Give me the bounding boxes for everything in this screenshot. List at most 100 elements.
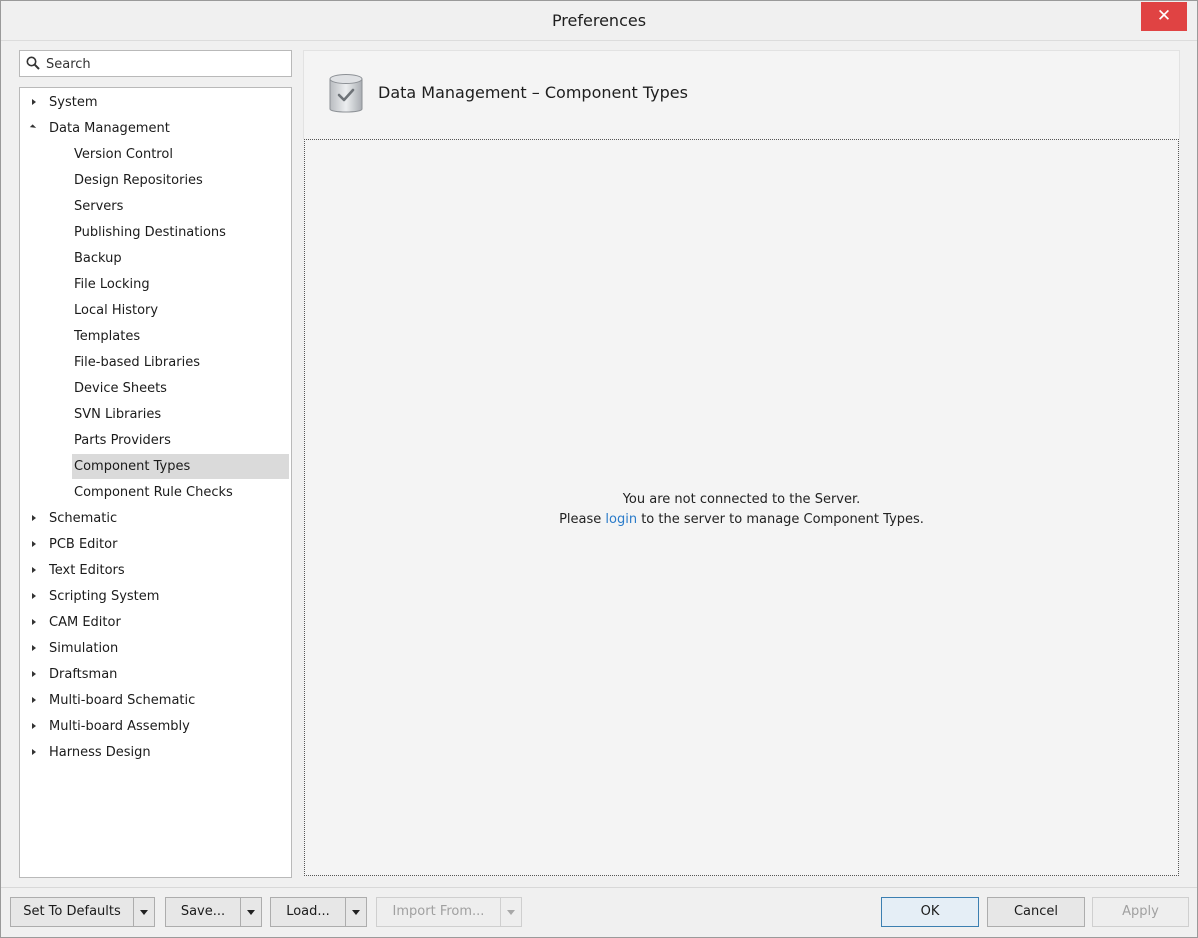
save-dropdown[interactable] <box>240 898 261 926</box>
tree-item-label: Draftsman <box>49 667 118 682</box>
triangle-right-icon <box>32 593 36 599</box>
triangle-right-icon <box>32 749 36 755</box>
tree-item-label: SVN Libraries <box>74 407 162 422</box>
tree-item-multi-board-assembly[interactable]: Multi-board Assembly <box>20 714 290 739</box>
tree-item-system[interactable]: System <box>20 90 290 115</box>
tree-item-backup[interactable]: Backup <box>72 246 289 271</box>
tree-item-label: Scripting System <box>49 589 160 604</box>
tree-item-label: Publishing Destinations <box>74 225 226 240</box>
tree-item-component-types[interactable]: Component Types <box>72 454 289 479</box>
tree-item-templates[interactable]: Templates <box>72 324 289 349</box>
tree-item-label: Templates <box>74 329 141 344</box>
tree-item-data-management[interactable]: Data Management <box>20 116 290 141</box>
expand-down-icon[interactable] <box>29 116 40 141</box>
tree-item-local-history[interactable]: Local History <box>72 298 289 323</box>
tree-item-label: Harness Design <box>49 745 151 760</box>
tree-item-label: Multi-board Schematic <box>49 693 196 708</box>
chevron-down-icon <box>507 910 515 915</box>
expand-right-icon[interactable] <box>30 610 40 635</box>
tree-item-draftsman[interactable]: Draftsman <box>20 662 290 687</box>
tree-item-file-based-libraries[interactable]: File-based Libraries <box>72 350 289 375</box>
tree-item-label: Device Sheets <box>74 381 167 396</box>
tree-item-label: Data Management <box>49 121 170 136</box>
tree-item-scripting-system[interactable]: Scripting System <box>20 584 290 609</box>
tree-item-parts-providers[interactable]: Parts Providers <box>72 428 289 453</box>
tree-item-simulation[interactable]: Simulation <box>20 636 290 661</box>
tree-item-label: File Locking <box>74 277 150 292</box>
tree-item-label: CAM Editor <box>49 615 121 630</box>
save-button[interactable]: Save... <box>166 898 240 926</box>
tree-item-label: Servers <box>74 199 124 214</box>
message-line-1: You are not connected to the Server. <box>622 492 861 507</box>
preferences-tree[interactable]: System Data Management Version Control Desi… <box>19 87 292 878</box>
tree-item-design-repositories[interactable]: Design Repositories <box>72 168 289 193</box>
triangle-right-icon <box>32 723 36 729</box>
cancel-button[interactable]: Cancel <box>987 897 1085 927</box>
expand-right-icon[interactable] <box>30 532 40 557</box>
tree-item-svn-libraries[interactable]: SVN Libraries <box>72 402 289 427</box>
chevron-down-icon <box>352 910 360 915</box>
search-icon <box>26 56 40 70</box>
triangle-right-icon <box>32 671 36 677</box>
import-from-split-button[interactable]: Import From... <box>376 897 522 927</box>
expand-right-icon[interactable] <box>30 636 40 661</box>
tree-item-label: Text Editors <box>49 563 125 578</box>
load-dropdown[interactable] <box>345 898 366 926</box>
tree-item-label: Simulation <box>49 641 119 656</box>
close-button[interactable]: ✕ <box>1141 2 1187 31</box>
load-split-button[interactable]: Load... <box>270 897 367 927</box>
tree-item-label: Multi-board Assembly <box>49 719 190 734</box>
triangle-right-icon <box>32 541 36 547</box>
tree-item-multi-board-schematic[interactable]: Multi-board Schematic <box>20 688 290 713</box>
set-to-defaults-dropdown[interactable] <box>133 898 154 926</box>
tree-item-component-rule-checks[interactable]: Component Rule Checks <box>72 480 289 505</box>
content-panel: You are not connected to the Server. Ple… <box>304 139 1179 876</box>
search-box[interactable] <box>19 50 292 77</box>
ok-button[interactable]: OK <box>881 897 979 927</box>
tree-item-file-locking[interactable]: File Locking <box>72 272 289 297</box>
message-suffix: to the server to manage Component Types. <box>637 512 924 527</box>
tree-item-cam-editor[interactable]: CAM Editor <box>20 610 290 635</box>
tree-item-label: Schematic <box>49 511 118 526</box>
preferences-window: Preferences ✕ System Data Management Versi… <box>0 0 1198 938</box>
login-link[interactable]: login <box>605 512 637 527</box>
expand-right-icon[interactable] <box>30 662 40 687</box>
expand-right-icon[interactable] <box>30 688 40 713</box>
tree-item-harness-design[interactable]: Harness Design <box>20 740 290 765</box>
chevron-down-icon <box>247 910 255 915</box>
import-from-button[interactable]: Import From... <box>377 898 500 926</box>
tree-item-label: Parts Providers <box>74 433 171 448</box>
expand-right-icon[interactable] <box>30 506 40 531</box>
expand-right-icon[interactable] <box>30 558 40 583</box>
expand-right-icon[interactable] <box>30 90 40 115</box>
chevron-down-icon <box>140 910 148 915</box>
tree-item-schematic[interactable]: Schematic <box>20 506 290 531</box>
message-line-2: Please login to the server to manage Com… <box>305 510 1178 530</box>
message-prefix: Please <box>559 512 606 527</box>
apply-button[interactable]: Apply <box>1092 897 1189 927</box>
load-button[interactable]: Load... <box>271 898 345 926</box>
tree-item-text-editors[interactable]: Text Editors <box>20 558 290 583</box>
page-title: Data Management – Component Types <box>378 83 688 102</box>
expand-right-icon[interactable] <box>30 740 40 765</box>
tree-item-pcb-editor[interactable]: PCB Editor <box>20 532 290 557</box>
triangle-right-icon <box>32 515 36 521</box>
window-title: Preferences <box>551 11 647 30</box>
tree-item-version-control[interactable]: Version Control <box>72 142 289 167</box>
footer-divider <box>1 887 1197 888</box>
tree-item-label: System <box>49 95 98 110</box>
page-header: Data Management – Component Types <box>303 50 1180 139</box>
set-to-defaults-split-button[interactable]: Set To Defaults <box>10 897 155 927</box>
set-to-defaults-button[interactable]: Set To Defaults <box>11 898 133 926</box>
tree-item-servers[interactable]: Servers <box>72 194 289 219</box>
tree-item-label: Design Repositories <box>74 173 203 188</box>
expand-right-icon[interactable] <box>30 714 40 739</box>
search-input[interactable] <box>44 53 288 75</box>
not-connected-message: You are not connected to the Server. Ple… <box>305 490 1178 530</box>
tree-item-label: PCB Editor <box>49 537 118 552</box>
import-from-dropdown[interactable] <box>500 898 521 926</box>
expand-right-icon[interactable] <box>30 584 40 609</box>
tree-item-publishing-destinations[interactable]: Publishing Destinations <box>72 220 289 245</box>
save-split-button[interactable]: Save... <box>165 897 262 927</box>
tree-item-device-sheets[interactable]: Device Sheets <box>72 376 289 401</box>
